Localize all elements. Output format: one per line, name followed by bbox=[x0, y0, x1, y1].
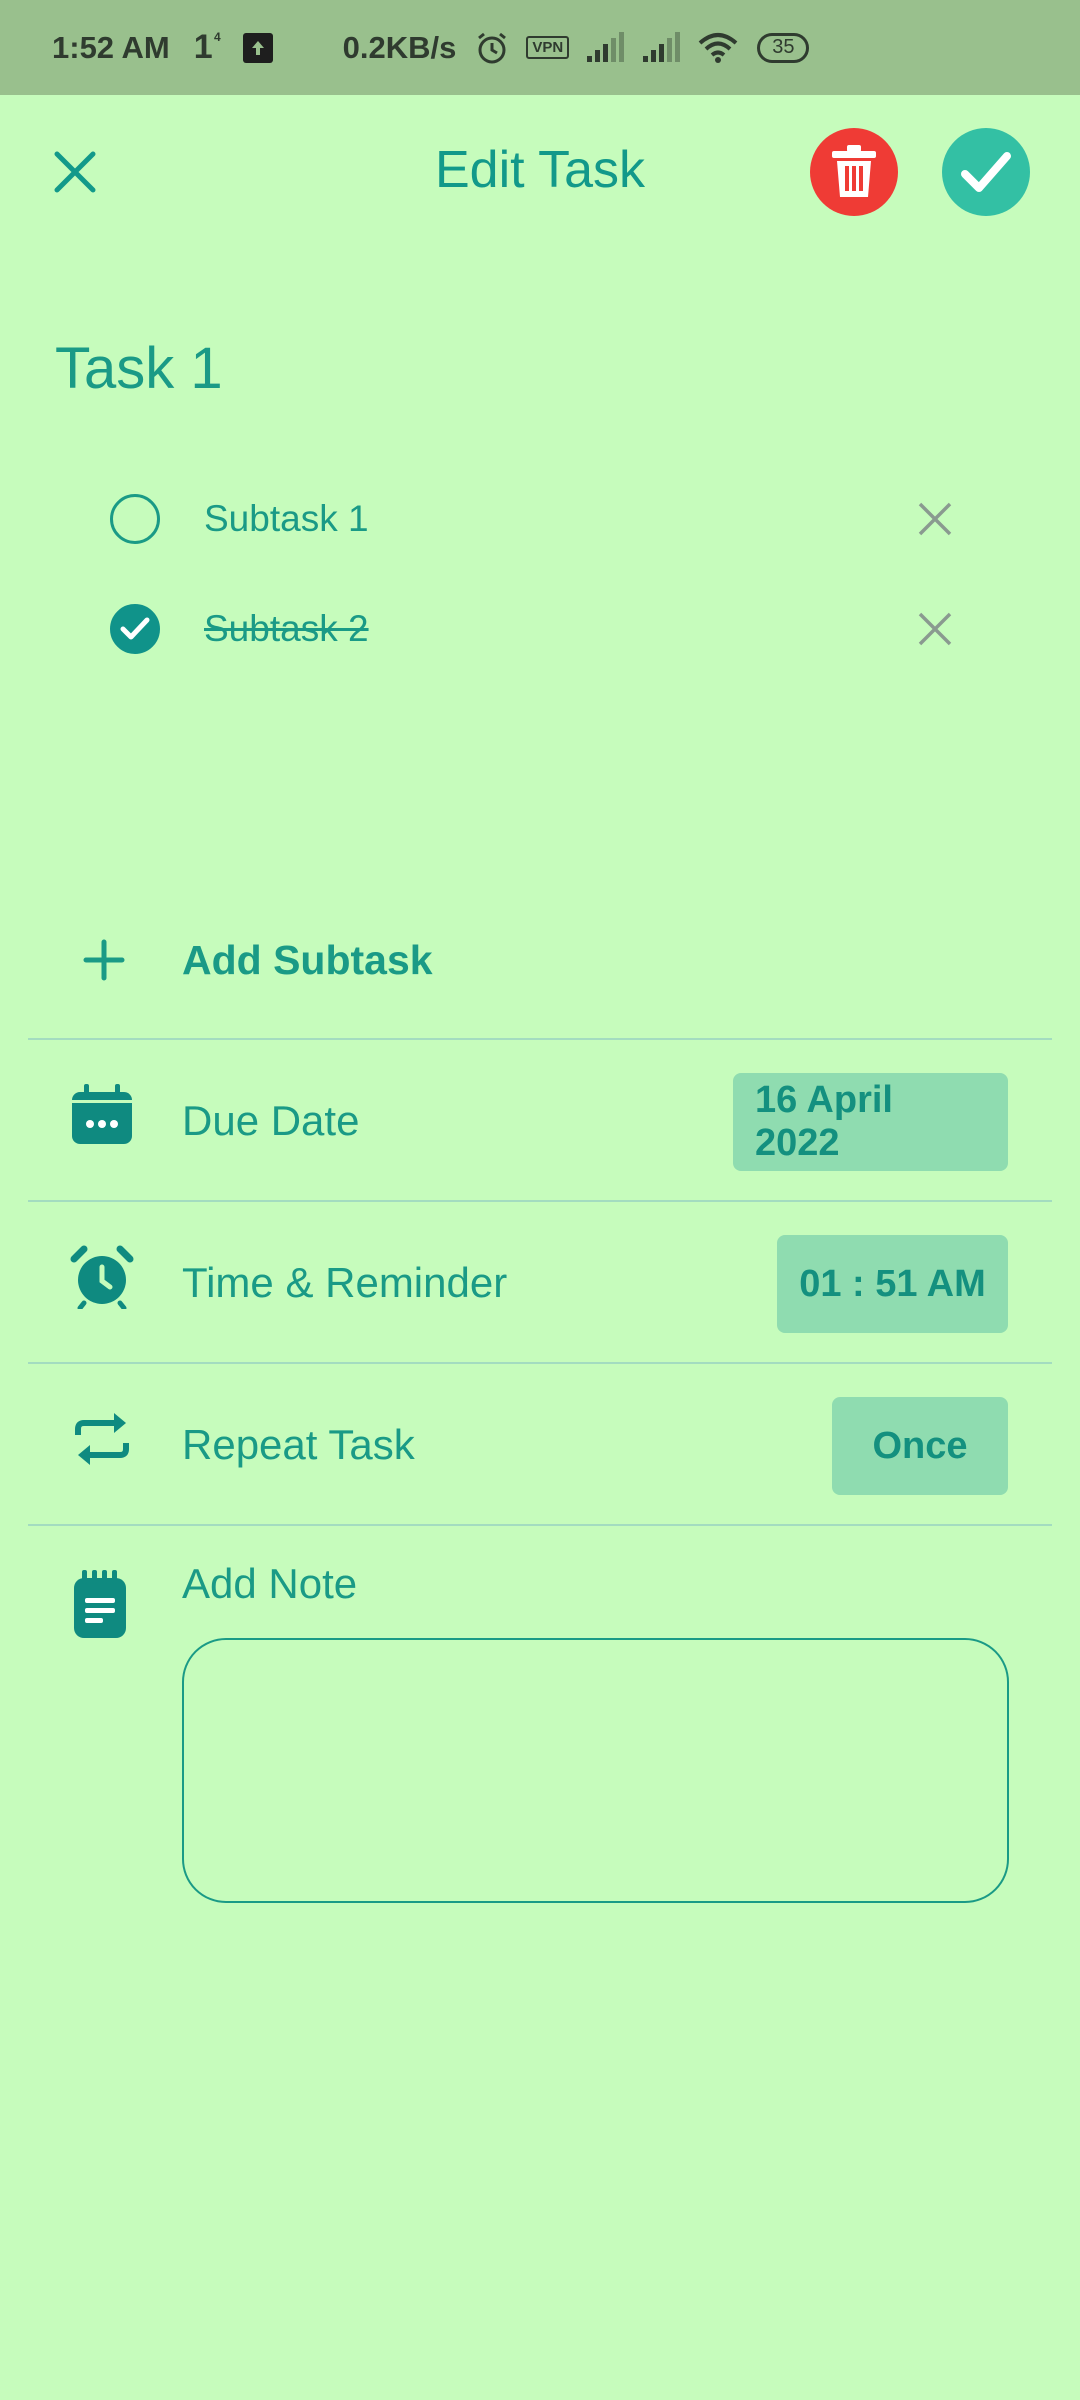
status-bar: 1:52 AM 14 0.2KB/s VPN 35 bbox=[0, 0, 1080, 95]
due-date-row: Due Date 16 April 2022 bbox=[0, 1041, 1080, 1201]
status-time: 1:52 AM bbox=[52, 29, 170, 65]
alarm-icon bbox=[474, 30, 510, 66]
divider bbox=[28, 1362, 1052, 1364]
alarm-clock-icon bbox=[68, 1243, 136, 1311]
upload-icon bbox=[242, 32, 273, 63]
add-note-label: Add Note bbox=[182, 1560, 358, 1607]
vpn-icon: VPN bbox=[526, 36, 570, 59]
network-speed: 0.2KB/s bbox=[342, 29, 457, 65]
close-icon bbox=[918, 612, 952, 646]
divider bbox=[28, 1524, 1052, 1526]
due-date-picker[interactable]: 16 April 2022 bbox=[733, 1073, 1008, 1171]
signal-icon bbox=[585, 31, 625, 64]
subtask-checkbox-checked[interactable] bbox=[110, 604, 160, 654]
subtask-label[interactable]: Subtask 1 bbox=[204, 498, 369, 540]
subtask-row: Subtask 1 bbox=[110, 479, 980, 559]
notepad-icon bbox=[72, 1570, 140, 1640]
add-subtask-label: Add Subtask bbox=[182, 936, 433, 983]
signal-icon-2 bbox=[641, 31, 681, 64]
delete-button[interactable] bbox=[810, 128, 898, 216]
divider bbox=[28, 1038, 1052, 1040]
subtask-label[interactable]: Subtask 2 bbox=[204, 608, 369, 650]
trash-icon bbox=[832, 145, 876, 197]
divider bbox=[28, 1200, 1052, 1202]
remove-subtask-button[interactable] bbox=[910, 494, 960, 544]
repeat-picker[interactable]: Once bbox=[832, 1397, 1008, 1495]
page-title: Edit Task bbox=[434, 141, 646, 199]
repeat-icon bbox=[68, 1405, 136, 1473]
time-reminder-row: Time & Reminder 01 : 51 AM bbox=[0, 1203, 1080, 1363]
note-input[interactable] bbox=[182, 1638, 1009, 1903]
due-date-label: Due Date bbox=[182, 1097, 360, 1144]
close-icon bbox=[918, 502, 952, 536]
calendar-icon bbox=[68, 1081, 136, 1149]
battery-icon: 35 bbox=[757, 32, 810, 63]
task-title[interactable]: Task 1 bbox=[55, 335, 223, 402]
remove-subtask-button[interactable] bbox=[910, 604, 960, 654]
repeat-task-row: Repeat Task Once bbox=[0, 1365, 1080, 1525]
repeat-task-label: Repeat Task bbox=[182, 1421, 415, 1468]
check-icon bbox=[961, 152, 1011, 192]
time-picker[interactable]: 01 : 51 AM bbox=[777, 1235, 1008, 1333]
wifi-icon bbox=[697, 32, 739, 64]
subtask-checkbox[interactable] bbox=[110, 494, 160, 544]
add-subtask-button[interactable]: Add Subtask bbox=[60, 920, 760, 1000]
subtask-row: Subtask 2 bbox=[110, 589, 980, 669]
check-icon bbox=[120, 617, 150, 640]
header: Edit Task bbox=[0, 95, 1080, 250]
sim-indicator: 14 bbox=[193, 28, 221, 66]
plus-icon bbox=[60, 938, 148, 982]
time-reminder-label: Time & Reminder bbox=[182, 1259, 508, 1306]
save-button[interactable] bbox=[942, 128, 1030, 216]
